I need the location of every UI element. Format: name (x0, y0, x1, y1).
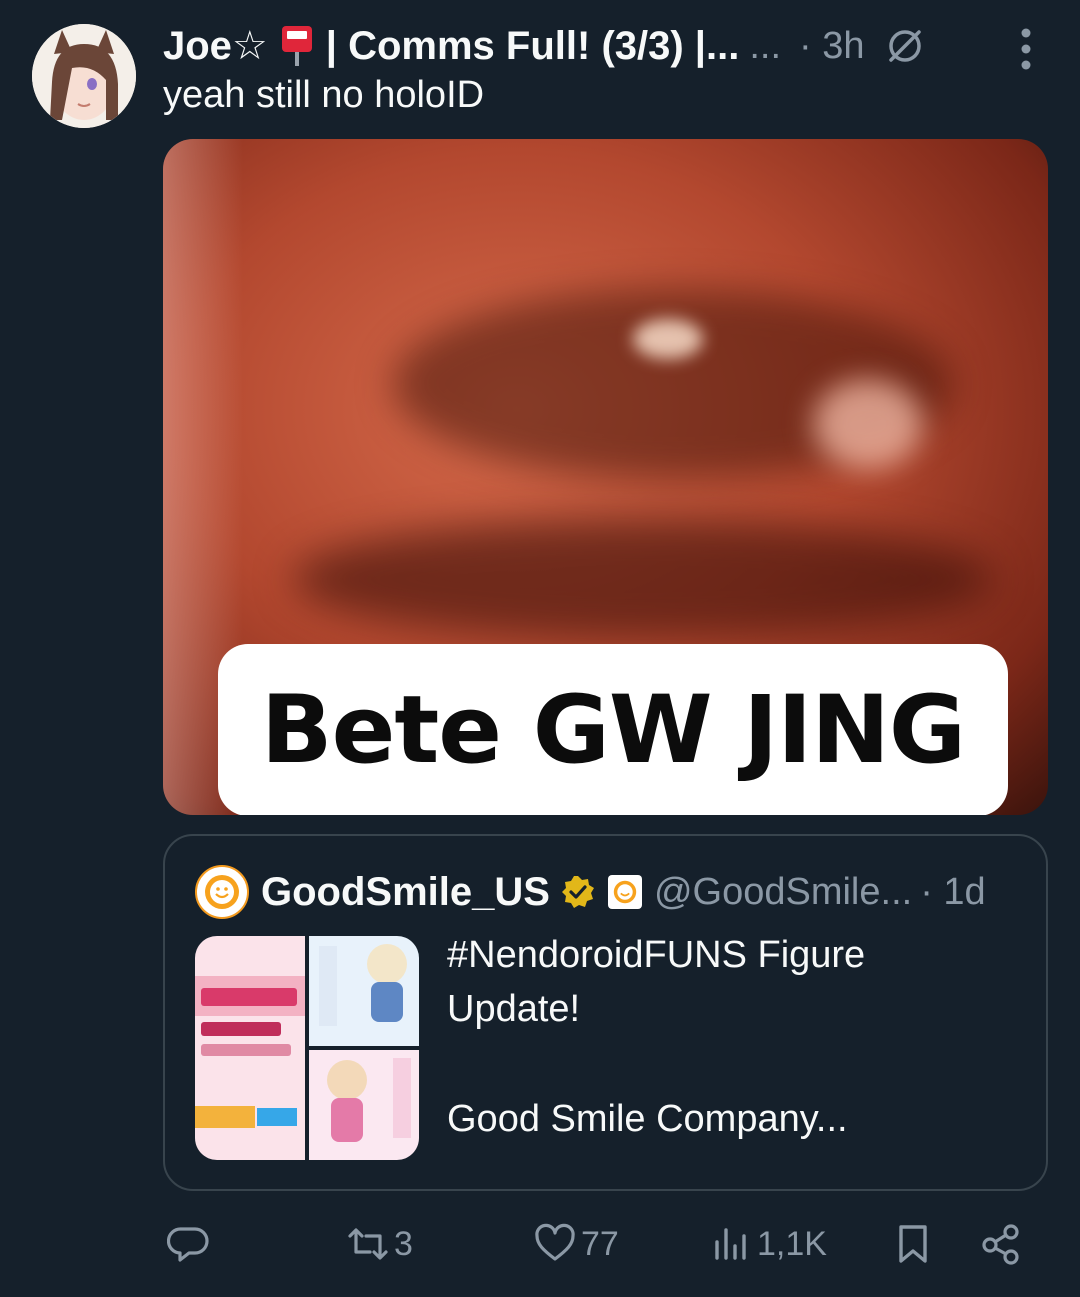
affiliate-badge-icon (607, 875, 642, 909)
smiley-logo-icon (205, 875, 239, 909)
quoted-handle[interactable]: @GoodSmile... (654, 871, 912, 914)
anime-avatar-image (32, 24, 136, 128)
quoted-post-header: GoodSmile_US @GoodSmile... · 1d (195, 864, 1026, 920)
thumbnail-figure-images (309, 936, 419, 1160)
post[interactable]: Joe☆ | Comms Full! (3/3) |... ... · 3h y… (0, 0, 1080, 1297)
like-count: 77 (581, 1224, 619, 1263)
views-icon (715, 1228, 746, 1260)
quoted-post-text: #NendoroidFUNS Figure Update! Good Smile… (447, 934, 866, 1140)
image-shadow-mouth (293, 519, 993, 639)
author-avatar[interactable] (32, 24, 136, 128)
quoted-author-avatar[interactable] (195, 865, 249, 919)
more-icon[interactable] (1020, 26, 1032, 72)
verified-badge-icon (561, 876, 594, 908)
action-bar: 3 77 1,1K (163, 1218, 1048, 1270)
repost-count: 3 (394, 1224, 413, 1263)
share-icon (982, 1224, 1019, 1265)
slash-circle-icon[interactable] (883, 24, 927, 68)
reply-button[interactable] (167, 1218, 215, 1270)
share-button[interactable] (979, 1218, 1023, 1270)
quoted-post[interactable]: GoodSmile_US @GoodSmile... · 1d #Nendoro… (163, 834, 1048, 1191)
bookmark-icon (899, 1225, 927, 1263)
thumbnail-figure-top (309, 936, 419, 1046)
thumbnail-figure-bottom (309, 1050, 419, 1160)
thumbnail-promo-image (195, 936, 305, 1160)
like-button[interactable]: 77 (533, 1218, 619, 1270)
views-count: 1,1K (757, 1224, 827, 1263)
quoted-timestamp[interactable]: · 1d (920, 871, 985, 914)
image-highlight (633, 319, 703, 359)
post-header: Joe☆ | Comms Full! (3/3) |... ... · 3h (163, 20, 1060, 72)
bookmark-button[interactable] (891, 1218, 935, 1270)
name-overflow-ellipsis: ... (749, 24, 782, 67)
image-highlight-nose (813, 379, 923, 469)
quoted-post-thumbnail[interactable] (195, 936, 419, 1160)
repost-icon (348, 1228, 388, 1260)
post-image[interactable]: Bete GW JING (163, 139, 1048, 815)
mailbox-emoji-icon (280, 24, 314, 68)
post-text: yeah still no holoID (163, 74, 485, 116)
quoted-display-name[interactable]: GoodSmile_US (261, 870, 550, 915)
image-caption-text: Bete GW JING (260, 675, 966, 785)
heart-icon (535, 1223, 575, 1261)
post-timestamp[interactable]: · 3h (799, 25, 864, 68)
views-button[interactable]: 1,1K (709, 1218, 827, 1270)
repost-button[interactable]: 3 (346, 1218, 413, 1270)
reply-icon (167, 1227, 209, 1262)
image-caption-box: Bete GW JING (218, 644, 1008, 815)
author-display-name[interactable]: Joe☆ | Comms Full! (3/3) |... (163, 23, 739, 69)
